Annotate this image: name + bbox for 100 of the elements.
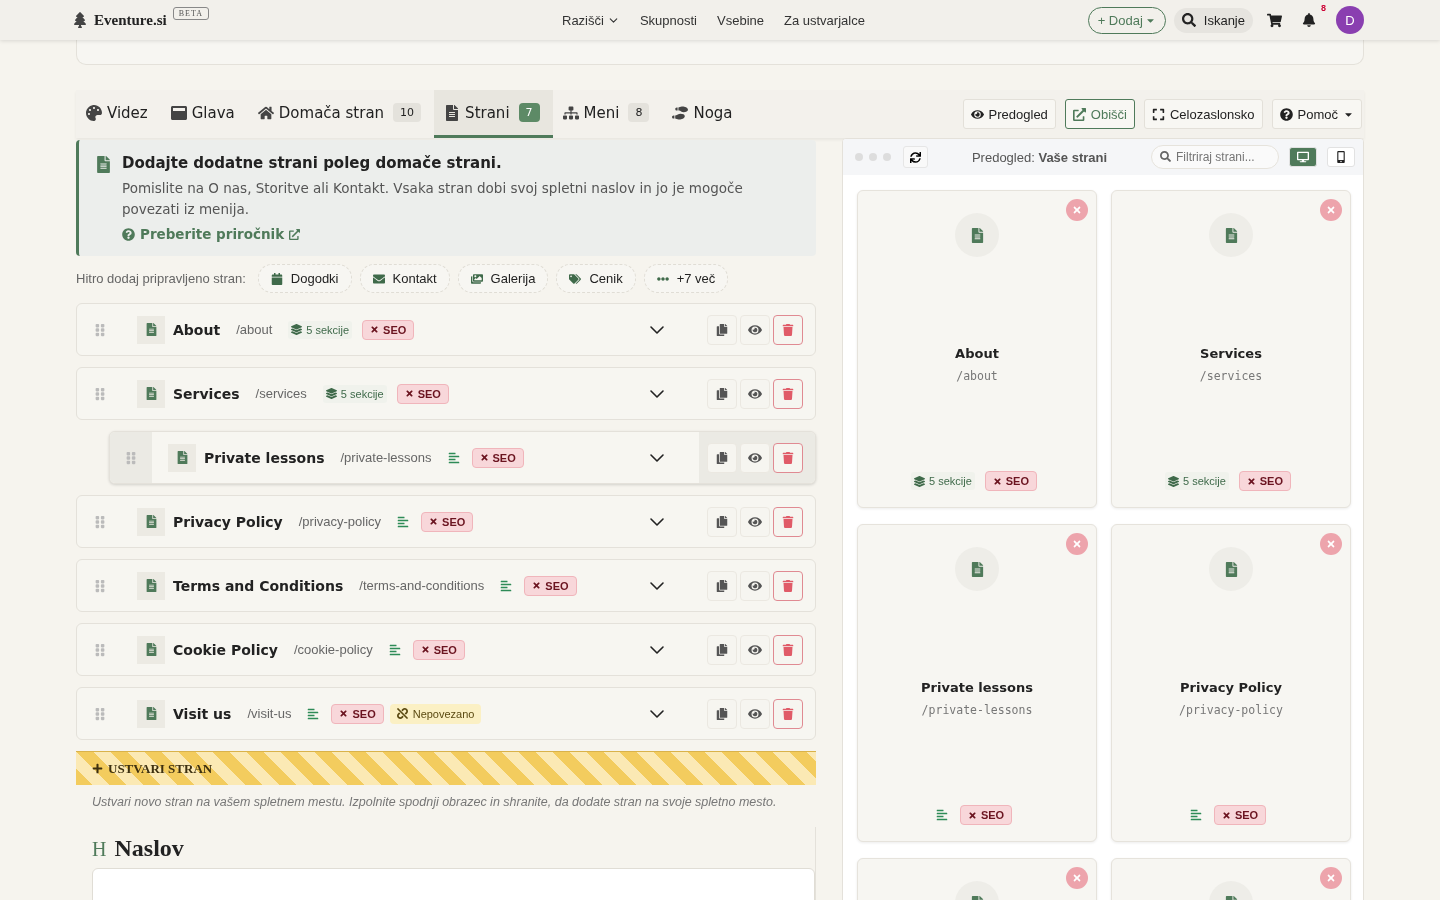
tab[interactable]: Glava <box>160 90 248 138</box>
guide-link[interactable]: Preberite priročnik <box>122 226 301 242</box>
preview-button[interactable] <box>740 442 770 473</box>
page-row[interactable]: About /about 5 sekcije SEO <box>76 303 816 356</box>
page-card[interactable]: Privacy Policy /privacy-policy SEO <box>1111 524 1351 842</box>
drag-handle-icon[interactable] <box>124 450 138 465</box>
page-row[interactable]: Services /services 5 sekcije SEO <box>76 367 816 420</box>
delete-button[interactable] <box>773 314 803 345</box>
copy-button[interactable] <box>707 698 737 729</box>
file-icon <box>444 104 461 121</box>
copy-button[interactable] <box>707 314 737 345</box>
toolbar-button[interactable]: Pomoč <box>1271 99 1362 129</box>
preview-button[interactable] <box>740 570 770 601</box>
delete-button[interactable] <box>773 378 803 409</box>
text-lines-icon <box>388 643 401 656</box>
title-input[interactable] <box>92 868 815 900</box>
window-dot <box>869 153 877 161</box>
sections-badge: 5 sekcije <box>1165 472 1229 490</box>
page-card[interactable]: Services /services 5 sekcije SEO <box>1111 190 1351 508</box>
trash-icon <box>782 707 794 720</box>
page-row[interactable]: Terms and Conditions /terms-and-conditions SEO <box>76 559 816 612</box>
page-name: Cookie Policy <box>173 641 278 658</box>
tab[interactable]: Strani 7 <box>434 90 553 138</box>
drag-handle-icon[interactable] <box>93 642 107 657</box>
copy-button[interactable] <box>707 378 737 409</box>
delete-button[interactable] <box>773 698 803 729</box>
page-path: /services <box>255 386 307 401</box>
seo-badge: SEO <box>524 575 577 596</box>
tab[interactable]: Domača stran 10 <box>247 90 435 138</box>
page-row[interactable]: Privacy Policy /privacy-policy SEO <box>76 495 816 548</box>
beta-badge: BETA <box>172 6 209 20</box>
envelope-icon <box>372 272 385 285</box>
delete-button[interactable] <box>773 506 803 537</box>
unlinked-badge: Nepovezano <box>389 703 482 724</box>
window-dot <box>883 153 891 161</box>
quick-add-chip[interactable]: +7 več <box>643 264 729 293</box>
toolbar-button[interactable]: Predogled <box>962 99 1056 129</box>
delete-button[interactable] <box>773 634 803 665</box>
file-icon <box>168 443 196 472</box>
copy-button[interactable] <box>707 570 737 601</box>
x-icon <box>479 453 489 462</box>
toolbar-button[interactable]: Obišči <box>1064 99 1135 129</box>
drag-handle-icon[interactable] <box>93 386 107 401</box>
drag-handle-icon[interactable] <box>93 514 107 529</box>
page-card[interactable]: Private lessons /private-lessons SEO <box>857 524 1097 842</box>
preview-button[interactable] <box>740 634 770 665</box>
preview-button[interactable] <box>740 378 770 409</box>
copy-button[interactable] <box>707 634 737 665</box>
page-path: /terms-and-conditions <box>359 578 485 593</box>
card-path: /privacy-policy <box>1179 702 1283 717</box>
drag-handle-icon[interactable] <box>93 578 107 593</box>
create-page-bar[interactable]: USTVARI STRAN <box>76 751 816 785</box>
quick-add-chip[interactable]: Dogodki <box>257 264 352 293</box>
count-badge: 10 <box>393 103 422 122</box>
copy-button[interactable] <box>707 442 737 473</box>
quick-add-chip[interactable]: Cenik <box>556 264 636 293</box>
page-card[interactable]: About /about 5 sekcije SEO <box>857 190 1097 508</box>
preview-button[interactable] <box>740 314 770 345</box>
nav-link[interactable]: Skupnosti <box>639 12 697 28</box>
page-row[interactable]: Private lessons /private-lessons SEO <box>109 431 816 484</box>
page-row[interactable]: Visit us /visit-us SEO Nepovezano <box>76 687 816 740</box>
nav-link[interactable]: Za ustvarjalce <box>784 12 865 28</box>
x-icon <box>370 325 380 334</box>
palette-icon <box>86 104 102 121</box>
drag-handle-icon[interactable] <box>93 322 107 337</box>
copy-icon <box>716 515 728 528</box>
nav-link[interactable]: Vsebine <box>717 12 764 28</box>
delete-button[interactable] <box>773 442 803 473</box>
search-icon <box>1181 13 1196 27</box>
tab[interactable]: Videz <box>76 90 161 138</box>
quick-add-chip[interactable]: Galerija <box>457 264 549 293</box>
file-icon <box>95 156 112 173</box>
window-icon <box>170 104 187 121</box>
tab[interactable]: Noga <box>662 90 746 138</box>
bell-icon[interactable] <box>1302 13 1316 27</box>
text-lines-icon <box>397 515 410 528</box>
tree-icon[interactable] <box>72 12 88 28</box>
desktop-button[interactable] <box>1289 147 1317 167</box>
x-icon <box>420 645 430 654</box>
page-row[interactable]: Cookie Policy /cookie-policy SEO <box>76 623 816 676</box>
quick-add-chip[interactable]: Kontakt <box>359 264 450 293</box>
user-avatar[interactable]: D <box>1336 6 1364 34</box>
file-icon <box>137 507 165 536</box>
nav-link[interactable]: Razišči <box>562 12 620 28</box>
filter-field[interactable]: Filtriraj strani... <box>1151 145 1279 169</box>
mobile-button[interactable] <box>1327 147 1355 167</box>
search-button[interactable]: Iskanje <box>1173 7 1253 33</box>
toolbar-button[interactable]: Celozaslonsko <box>1144 99 1263 129</box>
drag-handle-icon[interactable] <box>93 706 107 721</box>
copy-button[interactable] <box>707 506 737 537</box>
layers-icon <box>914 475 925 487</box>
preview-button[interactable] <box>740 698 770 729</box>
tab[interactable]: Meni 8 <box>552 90 663 138</box>
refresh-button[interactable] <box>903 146 928 168</box>
logo-text[interactable]: Eventure.si <box>94 11 167 29</box>
eye-icon <box>748 578 762 593</box>
copy-icon <box>716 323 728 336</box>
preview-button[interactable] <box>740 506 770 537</box>
images-icon <box>470 272 483 285</box>
delete-button[interactable] <box>773 570 803 601</box>
